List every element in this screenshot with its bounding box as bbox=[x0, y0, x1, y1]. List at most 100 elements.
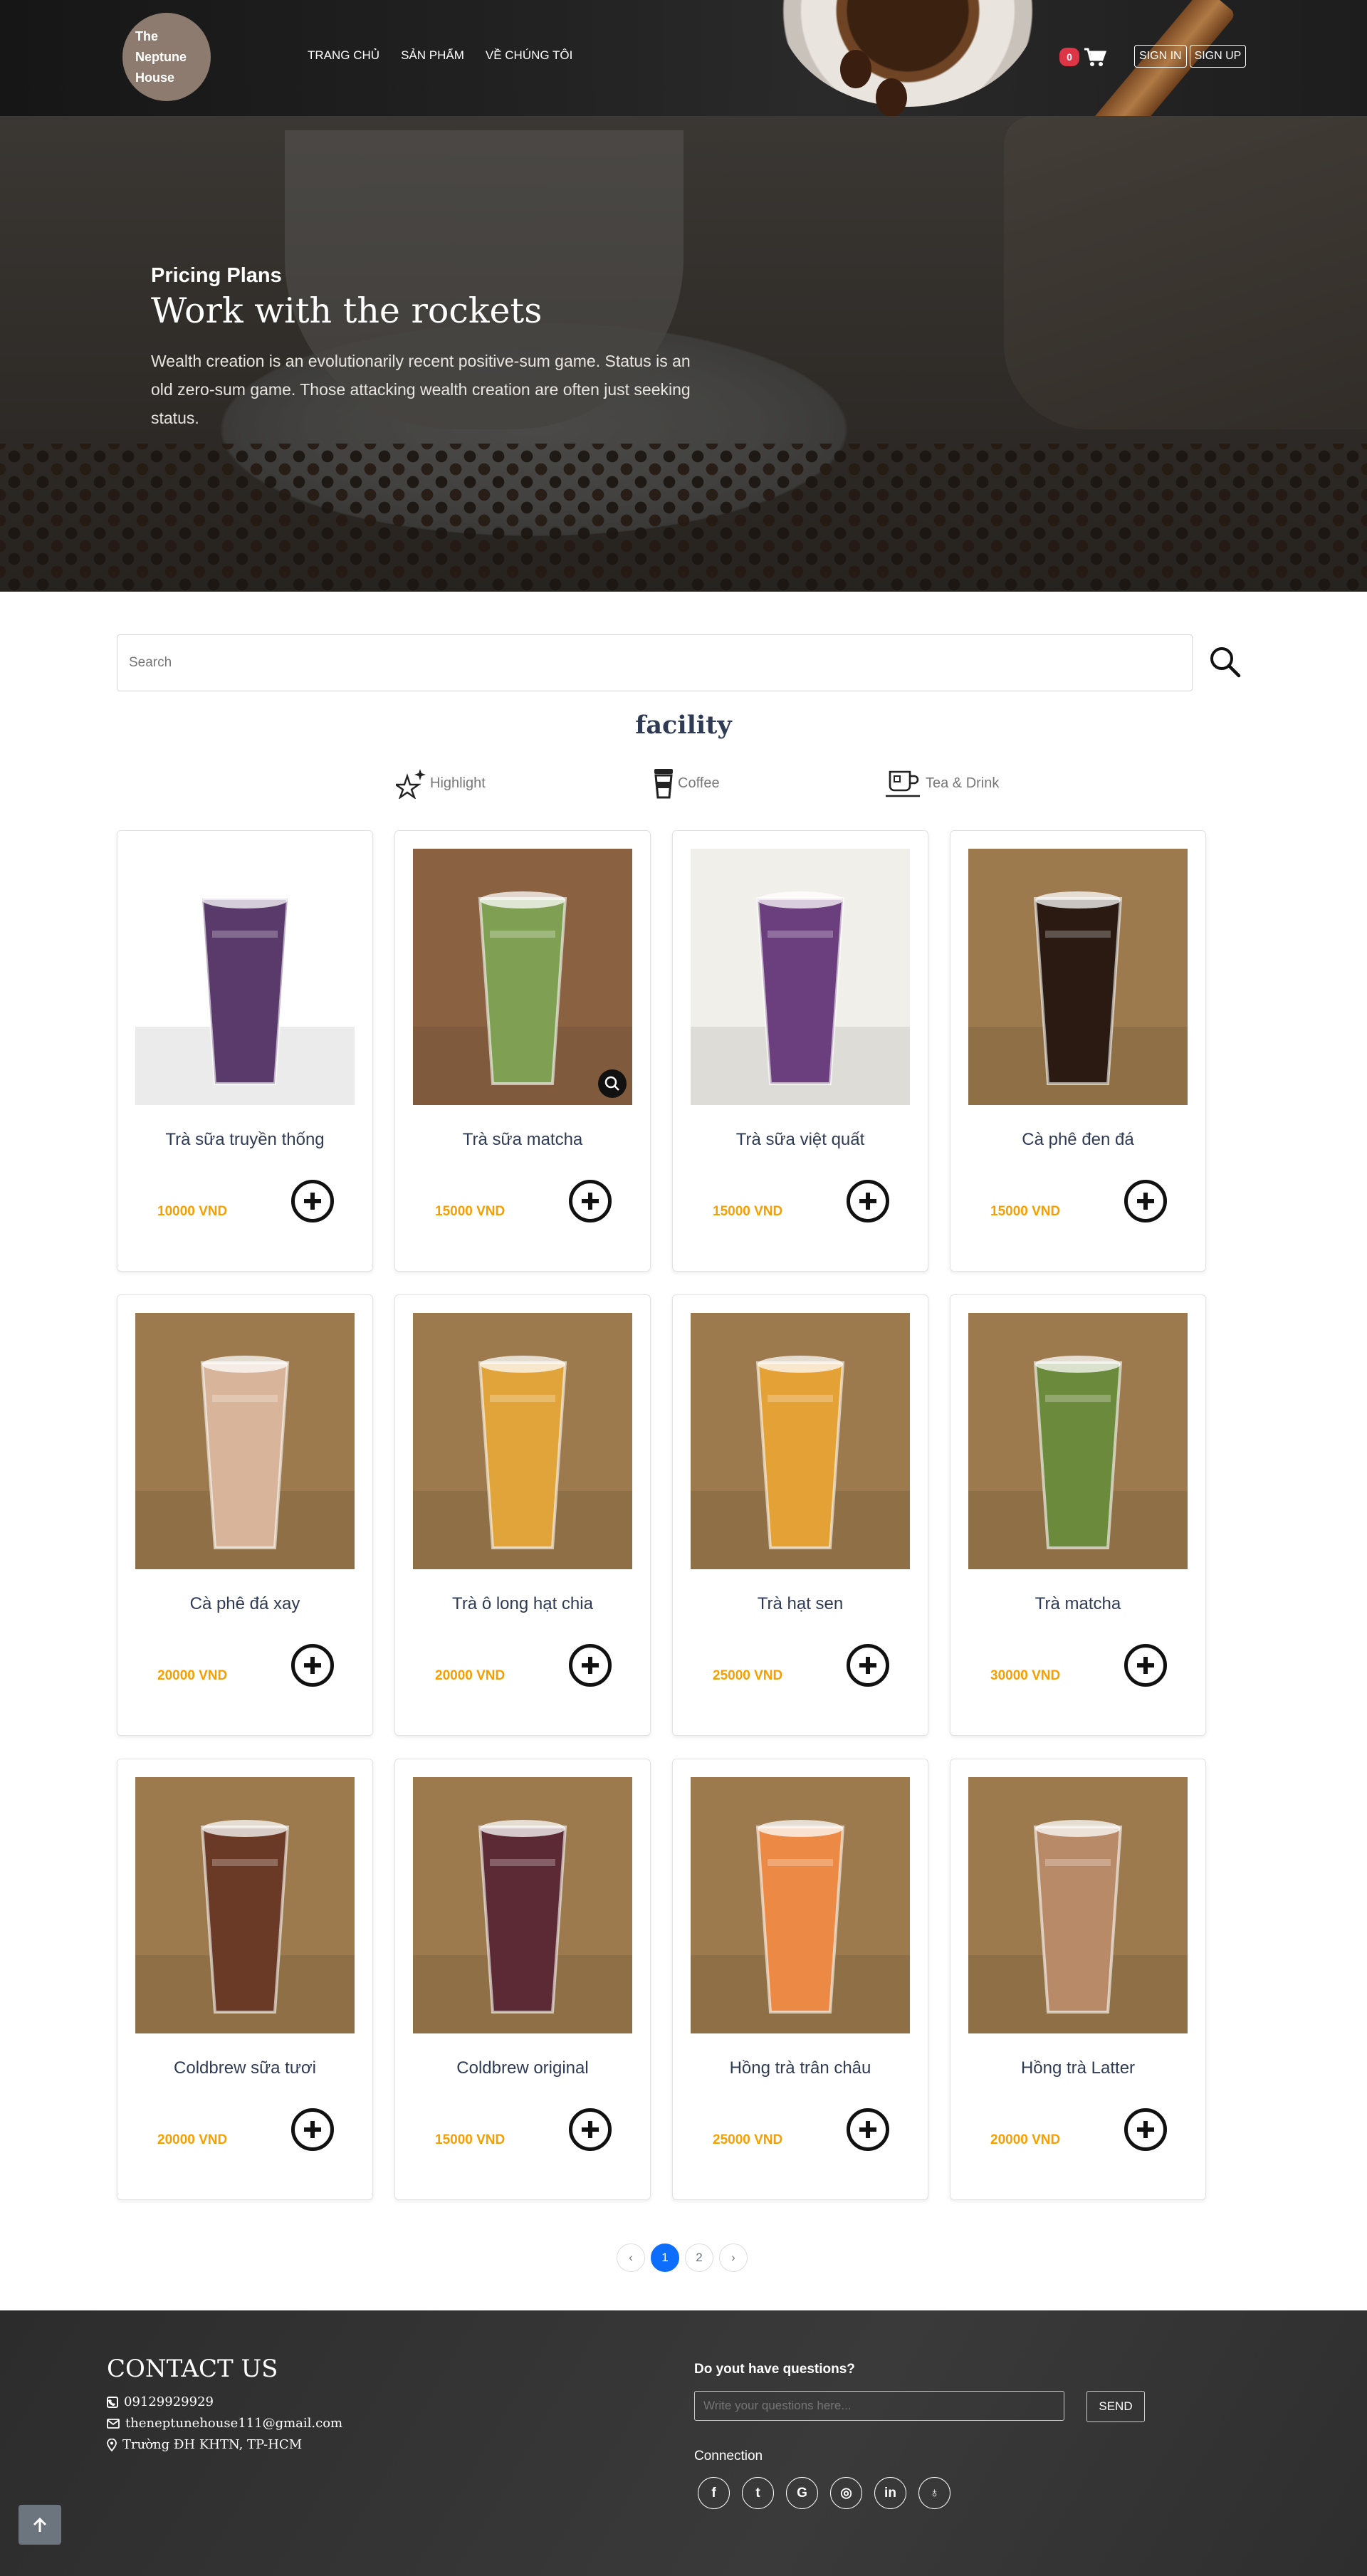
pagination-next[interactable]: › bbox=[719, 2243, 748, 2272]
drink-glass-illustration bbox=[691, 849, 910, 1105]
product-name[interactable]: Trà matcha bbox=[950, 1594, 1205, 1614]
cart-icon bbox=[1084, 48, 1106, 66]
product-card[interactable]: Trà hạt sen 25000 VND bbox=[672, 1294, 928, 1736]
product-name[interactable]: Trà hạt sen bbox=[673, 1594, 928, 1614]
contact-email: theneptunehouse111@gmail.com bbox=[107, 2416, 342, 2431]
phone-square-icon bbox=[107, 2396, 118, 2408]
nav-item-about[interactable]: VỀ CHÚNG TÔI bbox=[486, 48, 572, 63]
facebook-icon[interactable]: f bbox=[698, 2477, 730, 2509]
product-card[interactable]: Coldbrew original 15000 VND bbox=[394, 1759, 651, 2200]
contact-phone: 09129929929 bbox=[107, 2394, 214, 2409]
product-image[interactable] bbox=[413, 1313, 632, 1569]
sign-in-button[interactable]: SIGN IN bbox=[1134, 45, 1187, 68]
coffee-cup-icon bbox=[654, 769, 673, 799]
add-to-cart-plus-icon[interactable] bbox=[291, 1644, 334, 1687]
product-card[interactable]: Trà sữa truyền thống 10000 VND bbox=[117, 830, 373, 1272]
product-name[interactable]: Trà sữa matcha bbox=[395, 1130, 650, 1150]
product-image[interactable] bbox=[413, 1777, 632, 2033]
product-name[interactable]: Trà ô long hạt chia bbox=[395, 1594, 650, 1614]
instagram-icon[interactable]: ◎ bbox=[830, 2477, 862, 2509]
product-image[interactable] bbox=[968, 1313, 1188, 1569]
hero-kicker: Pricing Plans bbox=[151, 264, 282, 287]
question-input[interactable] bbox=[694, 2391, 1064, 2421]
brand-logo-text: The Neptune House bbox=[135, 28, 187, 85]
product-price: 20000 VND bbox=[435, 1668, 506, 1683]
product-card[interactable]: Trà sữa matcha 15000 VND bbox=[394, 830, 651, 1272]
sign-up-button[interactable]: SIGN UP bbox=[1189, 45, 1247, 68]
product-card[interactable]: Hồng trà Latter 20000 VND bbox=[950, 1759, 1206, 2200]
product-name[interactable]: Cà phê đen đá bbox=[950, 1130, 1205, 1150]
drink-glass-illustration bbox=[968, 1777, 1188, 2033]
product-name[interactable]: Hồng trà trân châu bbox=[673, 2058, 928, 2078]
pagination-page-2[interactable]: 2 bbox=[685, 2243, 713, 2272]
product-image[interactable] bbox=[135, 849, 355, 1105]
address-text: Trường ĐH KHTN, TP-HCM bbox=[122, 2437, 303, 2452]
product-image[interactable] bbox=[968, 1777, 1188, 2033]
product-name[interactable]: Cà phê đá xay bbox=[117, 1594, 372, 1614]
nav-item-home[interactable]: TRANG CHỦ bbox=[308, 48, 379, 63]
product-name[interactable]: Coldbrew sữa tươi bbox=[117, 2058, 372, 2078]
add-to-cart-plus-icon[interactable] bbox=[847, 1180, 889, 1222]
nav-item-products[interactable]: SẢN PHẨM bbox=[401, 48, 464, 63]
twitter-icon[interactable]: t bbox=[742, 2477, 774, 2509]
product-image[interactable] bbox=[691, 1777, 910, 2033]
add-to-cart-plus-icon[interactable] bbox=[291, 2108, 334, 2151]
drink-glass-illustration bbox=[968, 849, 1188, 1105]
product-image[interactable] bbox=[413, 849, 632, 1105]
category-tabs: Highlight Coffee Tea & Drink bbox=[0, 768, 1367, 803]
social-links: f t G ◎ in ♁ bbox=[698, 2477, 950, 2509]
search-button[interactable] bbox=[1203, 641, 1246, 684]
product-name[interactable]: Coldbrew original bbox=[395, 2058, 650, 2078]
zoom-icon[interactable] bbox=[598, 1069, 627, 1098]
product-image[interactable] bbox=[691, 1313, 910, 1569]
tab-highlight[interactable]: Highlight bbox=[396, 768, 486, 799]
main-nav: TRANG CHỦ SẢN PHẨM VỀ CHÚNG TÔI bbox=[308, 48, 572, 63]
product-image[interactable] bbox=[135, 1777, 355, 2033]
product-card[interactable]: Coldbrew sữa tươi 20000 VND bbox=[117, 1759, 373, 2200]
add-to-cart-plus-icon[interactable] bbox=[569, 1644, 612, 1687]
tab-tea-drink[interactable]: Tea & Drink bbox=[886, 768, 999, 799]
tea-mug-icon bbox=[886, 770, 920, 797]
product-card[interactable]: Trà ô long hạt chia 20000 VND bbox=[394, 1294, 651, 1736]
product-image[interactable] bbox=[135, 1313, 355, 1569]
send-button[interactable]: SEND bbox=[1086, 2391, 1145, 2422]
github-icon[interactable]: ♁ bbox=[918, 2477, 950, 2509]
product-card[interactable]: Trà matcha 30000 VND bbox=[950, 1294, 1206, 1736]
hero-title: Work with the rockets bbox=[151, 290, 543, 331]
back-to-top-button[interactable] bbox=[19, 2505, 61, 2545]
coffee-bean-decoration bbox=[840, 50, 871, 88]
contact-address: Trường ĐH KHTN, TP-HCM bbox=[107, 2437, 302, 2452]
add-to-cart-plus-icon[interactable] bbox=[1124, 1644, 1167, 1687]
product-card[interactable]: Trà sữa việt quất 15000 VND bbox=[672, 830, 928, 1272]
add-to-cart-plus-icon[interactable] bbox=[569, 2108, 612, 2151]
pagination-prev[interactable]: ‹ bbox=[617, 2243, 645, 2272]
product-name[interactable]: Trà sữa truyền thống bbox=[117, 1130, 372, 1150]
drink-glass-illustration bbox=[413, 1777, 632, 2033]
product-price: 15000 VND bbox=[435, 1204, 506, 1219]
product-price: 20000 VND bbox=[157, 1668, 228, 1683]
product-name[interactable]: Trà sữa việt quất bbox=[673, 1130, 928, 1150]
linkedin-icon[interactable]: in bbox=[874, 2477, 906, 2509]
product-card[interactable]: Cà phê đen đá 15000 VND bbox=[950, 830, 1206, 1272]
cart-button[interactable]: 0 bbox=[1059, 47, 1106, 67]
tab-label: Tea & Drink bbox=[926, 775, 1000, 791]
add-to-cart-plus-icon[interactable] bbox=[847, 2108, 889, 2151]
pagination: ‹ 1 2 › bbox=[617, 2243, 748, 2272]
google-icon[interactable]: G bbox=[786, 2477, 818, 2509]
add-to-cart-plus-icon[interactable] bbox=[291, 1180, 334, 1222]
product-card[interactable]: Hồng trà trân châu 25000 VND bbox=[672, 1759, 928, 2200]
pagination-page-1[interactable]: 1 bbox=[651, 2243, 679, 2272]
search-input[interactable] bbox=[117, 634, 1193, 691]
add-to-cart-plus-icon[interactable] bbox=[847, 1644, 889, 1687]
product-name[interactable]: Hồng trà Latter bbox=[950, 2058, 1205, 2078]
brand-logo[interactable]: The Neptune House bbox=[122, 13, 211, 101]
product-card[interactable]: Cà phê đá xay 20000 VND bbox=[117, 1294, 373, 1736]
add-to-cart-plus-icon[interactable] bbox=[1124, 2108, 1167, 2151]
add-to-cart-plus-icon[interactable] bbox=[1124, 1180, 1167, 1222]
product-image[interactable] bbox=[968, 849, 1188, 1105]
add-to-cart-plus-icon[interactable] bbox=[569, 1180, 612, 1222]
drink-glass-illustration bbox=[968, 1313, 1188, 1569]
hero-description: Wealth creation is an evolutionarily rec… bbox=[151, 352, 691, 427]
tab-coffee[interactable]: Coffee bbox=[652, 768, 720, 799]
product-image[interactable] bbox=[691, 849, 910, 1105]
